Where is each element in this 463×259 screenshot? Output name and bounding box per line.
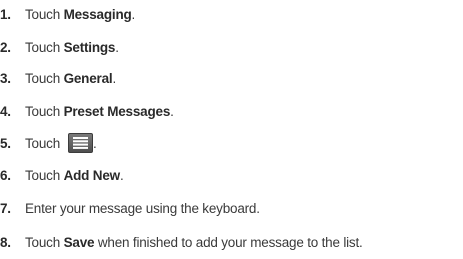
step-prefix: Touch xyxy=(25,6,64,22)
step-2: 2. Touch Settings . xyxy=(0,37,119,57)
step-keyword: Preset Messages xyxy=(63,103,171,119)
step-number: 1. xyxy=(0,6,11,22)
step-prefix: Touch xyxy=(25,39,64,55)
step-number: 6. xyxy=(0,167,11,183)
step-keyword: Save xyxy=(63,234,95,250)
step-suffix: . xyxy=(170,103,174,119)
step-number: 5. xyxy=(0,135,11,151)
step-suffix: . xyxy=(115,39,119,55)
step-keyword: Messaging xyxy=(63,6,132,22)
step-suffix: . xyxy=(93,135,97,151)
step-text: Enter your message using the keyboard. xyxy=(25,200,260,216)
list-menu-icon xyxy=(68,133,94,153)
step-number: 3. xyxy=(0,70,11,86)
step-prefix: Touch xyxy=(25,167,64,183)
step-suffix: . xyxy=(112,70,117,86)
step-1: 1. Touch Messaging . xyxy=(0,4,135,24)
step-5: 5. Touch . xyxy=(0,133,97,153)
step-keyword: Add New xyxy=(63,167,121,183)
step-number: 4. xyxy=(0,103,11,119)
step-8: 8. Touch Save when finished to add your … xyxy=(0,232,363,252)
step-number: 2. xyxy=(0,39,11,55)
step-prefix: Touch xyxy=(25,234,64,250)
step-3: 3. Touch General . xyxy=(0,68,116,88)
step-number: 8. xyxy=(0,234,11,250)
step-suffix: . xyxy=(119,167,124,183)
step-prefix: Touch xyxy=(25,70,64,86)
step-6: 6. Touch Add New . xyxy=(0,165,124,185)
step-suffix: . xyxy=(131,6,136,22)
step-suffix: when finished to add your message to the… xyxy=(94,234,363,250)
step-prefix: Touch xyxy=(25,103,64,119)
step-keyword: General xyxy=(63,70,113,86)
step-4: 4. Touch Preset Messages . xyxy=(0,101,174,121)
step-7: 7. Enter your message using the keyboard… xyxy=(0,198,260,218)
step-prefix: Touch xyxy=(25,135,61,151)
step-number: 7. xyxy=(0,200,11,216)
list-lines-icon xyxy=(73,137,89,149)
step-keyword: Settings xyxy=(63,39,116,55)
